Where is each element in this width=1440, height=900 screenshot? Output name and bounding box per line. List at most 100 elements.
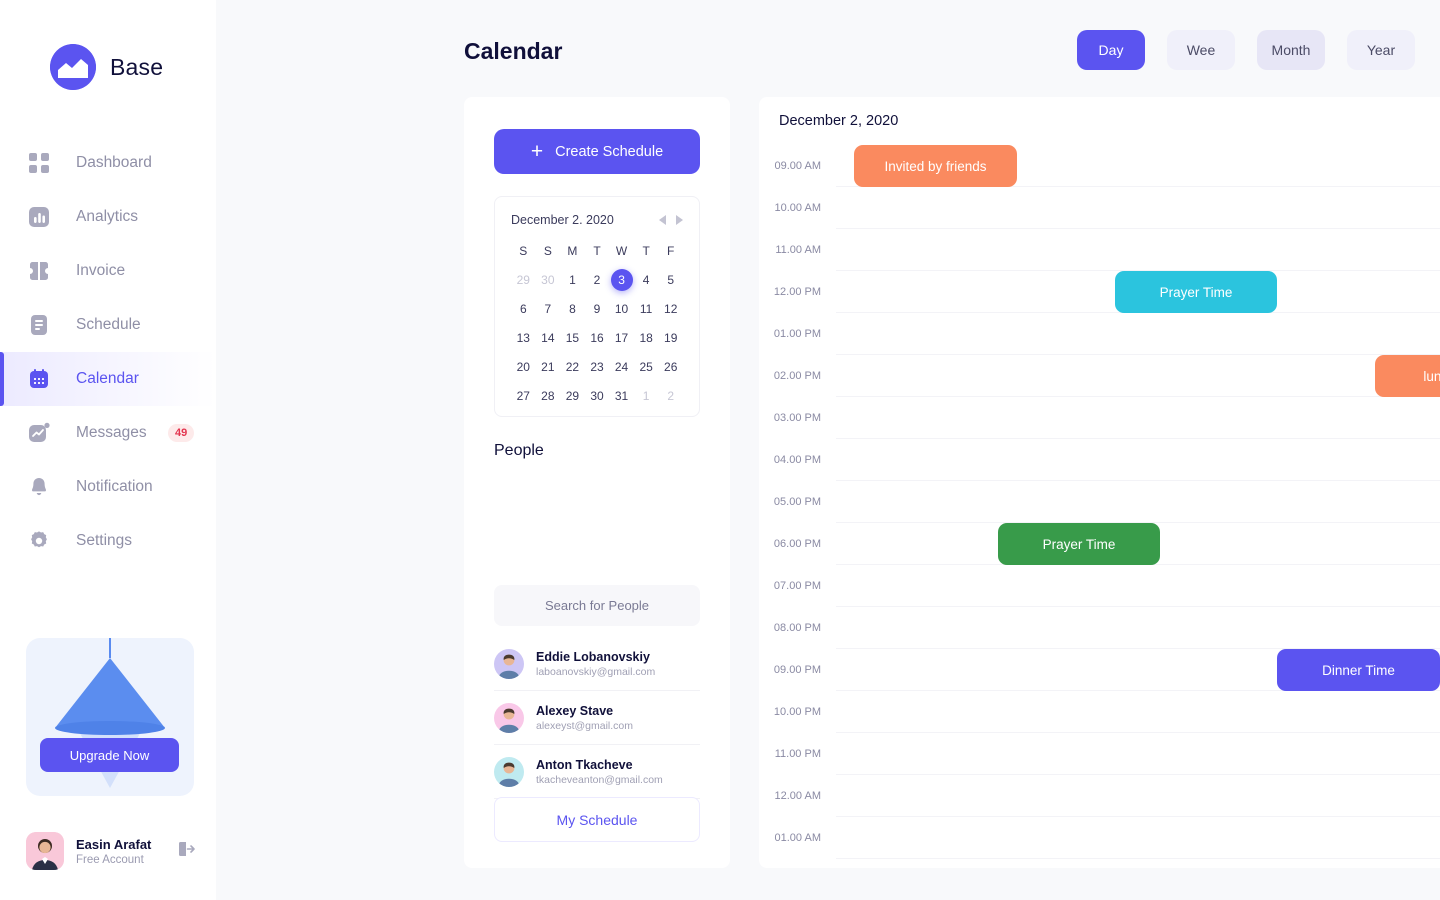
tab-month[interactable]: Month	[1257, 30, 1325, 70]
calendar-day[interactable]: 24	[609, 355, 634, 379]
calendar-day[interactable]: 22	[560, 355, 585, 379]
day-grid-row[interactable]: 09.00 PM Dinner Time	[759, 649, 1440, 691]
calendar-day[interactable]: 1	[634, 384, 659, 408]
calendar-day[interactable]: 2	[585, 268, 610, 292]
day-grid-row[interactable]: 12.00 PM Prayer Time	[759, 271, 1440, 313]
upgrade-now-button[interactable]: Upgrade Now	[40, 738, 179, 772]
calendar-day[interactable]: 8	[560, 297, 585, 321]
calendar-day[interactable]: 30	[536, 268, 561, 292]
day-grid-cell[interactable]	[836, 439, 1440, 481]
day-grid-cell[interactable]	[836, 229, 1440, 271]
day-grid-row[interactable]: 11.00 AM	[759, 229, 1440, 271]
sidebar-item-calendar[interactable]: Calendar	[0, 352, 216, 406]
sidebar-item-dashboard[interactable]: Dashboard	[0, 136, 216, 190]
day-grid-cell[interactable]	[836, 565, 1440, 607]
sidebar-item-notification[interactable]: Notification	[0, 460, 216, 514]
day-grid-row[interactable]: 06.00 PM Prayer Time	[759, 523, 1440, 565]
day-grid-row[interactable]: 08.00 PM	[759, 607, 1440, 649]
day-grid-row[interactable]: 03.00 PM	[759, 397, 1440, 439]
calendar-day[interactable]: 20	[511, 355, 536, 379]
tab-year[interactable]: Year	[1347, 30, 1415, 70]
user-profile[interactable]: Easin Arafat Free Account	[26, 832, 196, 870]
calendar-day[interactable]: 15	[560, 326, 585, 350]
calendar-day[interactable]: 10	[609, 297, 634, 321]
calendar-event[interactable]: Dinner Time	[1277, 649, 1440, 691]
calendar-day[interactable]: 19	[658, 326, 683, 350]
create-schedule-button[interactable]: + Create Schedule	[494, 129, 700, 174]
calendar-day[interactable]: 23	[585, 355, 610, 379]
day-grid-cell[interactable]	[836, 733, 1440, 775]
day-grid-row[interactable]: 11.00 PM	[759, 733, 1440, 775]
day-grid-cell[interactable]	[836, 691, 1440, 733]
tab-week[interactable]: Wee	[1167, 30, 1235, 70]
calendar-icon	[28, 368, 50, 390]
day-grid-cell[interactable]: Prayer Time	[836, 271, 1440, 313]
day-grid-cell[interactable]: Prayer Time	[836, 523, 1440, 565]
calendar-event[interactable]: Invited by friends	[854, 145, 1017, 187]
calendar-day[interactable]: 12	[658, 297, 683, 321]
sidebar-item-analytics[interactable]: Analytics	[0, 190, 216, 244]
calendar-day[interactable]: 17	[609, 326, 634, 350]
calendar-day[interactable]: 11	[634, 297, 659, 321]
list-item[interactable]: Anton Tkacheve tkacheveanton@gmail.com	[494, 745, 700, 799]
calendar-event[interactable]: Prayer Time	[998, 523, 1160, 565]
calendar-day[interactable]: 16	[585, 326, 610, 350]
calendar-day[interactable]: 30	[585, 384, 610, 408]
day-grid-row[interactable]: 10.00 AM	[759, 187, 1440, 229]
day-grid-cell[interactable]	[836, 481, 1440, 523]
calendar-day[interactable]: 26	[658, 355, 683, 379]
day-grid-cell[interactable]	[836, 607, 1440, 649]
search-input[interactable]	[494, 585, 700, 626]
calendar-day[interactable]: 9	[585, 297, 610, 321]
triangle-right-icon[interactable]	[676, 215, 683, 225]
day-grid-row[interactable]: 12.00 AM	[759, 775, 1440, 817]
sidebar-item-settings[interactable]: Settings	[0, 514, 216, 568]
calendar-event[interactable]: lunch Time	[1375, 355, 1440, 397]
triangle-left-icon[interactable]	[659, 215, 666, 225]
day-grid-cell[interactable]	[836, 187, 1440, 229]
calendar-day[interactable]: 29	[560, 384, 585, 408]
calendar-day[interactable]: 6	[511, 297, 536, 321]
calendar-day[interactable]: 7	[536, 297, 561, 321]
day-grid-cell[interactable]	[836, 313, 1440, 355]
calendar-day[interactable]: 28	[536, 384, 561, 408]
calendar-day[interactable]: 14	[536, 326, 561, 350]
tab-day[interactable]: Day	[1077, 30, 1145, 70]
day-grid-row[interactable]: 10.00 PM	[759, 691, 1440, 733]
day-grid-row[interactable]: 01.00 AM	[759, 817, 1440, 859]
sidebar-item-invoice[interactable]: Invoice	[0, 244, 216, 298]
calendar-day[interactable]: 21	[536, 355, 561, 379]
day-grid-row[interactable]: 04.00 PM	[759, 439, 1440, 481]
sidebar-item-schedule[interactable]: Schedule	[0, 298, 216, 352]
calendar-day[interactable]: 5	[658, 268, 683, 292]
day-grid-row[interactable]: 09.00 AM Invited by friends	[759, 145, 1440, 187]
calendar-day[interactable]: 4	[634, 268, 659, 292]
calendar-day[interactable]: 1	[560, 268, 585, 292]
day-grid-row[interactable]: 01.00 PM	[759, 313, 1440, 355]
calendar-day[interactable]: 29	[511, 268, 536, 292]
time-label: 01.00 AM	[774, 832, 821, 844]
calendar-day[interactable]: 25	[634, 355, 659, 379]
day-grid-row[interactable]: 05.00 PM	[759, 481, 1440, 523]
my-schedule-button[interactable]: My Schedule	[494, 797, 700, 842]
calendar-day-selected[interactable]: 3	[609, 268, 634, 292]
list-item[interactable]: Alexey Stave alexeyst@gmail.com	[494, 691, 700, 745]
list-item[interactable]: Eddie Lobanovskiy laboanovskiy@gmail.com	[494, 637, 700, 691]
logout-icon[interactable]	[176, 839, 196, 864]
calendar-day[interactable]: 31	[609, 384, 634, 408]
calendar-day[interactable]: 13	[511, 326, 536, 350]
calendar-event[interactable]: Prayer Time	[1115, 271, 1277, 313]
day-grid-cell[interactable]: Dinner Time	[836, 649, 1440, 691]
day-grid-cell[interactable]	[836, 397, 1440, 439]
day-grid-cell[interactable]: Invited by friends	[836, 145, 1440, 187]
time-label: 12.00 AM	[774, 790, 821, 802]
day-grid-cell[interactable]	[836, 817, 1440, 859]
calendar-day[interactable]: 18	[634, 326, 659, 350]
day-grid-row[interactable]: 02.00 PM lunch Time	[759, 355, 1440, 397]
calendar-day[interactable]: 2	[658, 384, 683, 408]
day-grid-row[interactable]: 07.00 PM	[759, 565, 1440, 607]
calendar-day[interactable]: 27	[511, 384, 536, 408]
day-grid-cell[interactable]: lunch Time	[836, 355, 1440, 397]
sidebar-item-messages[interactable]: Messages 49	[0, 406, 216, 460]
day-grid-cell[interactable]	[836, 775, 1440, 817]
